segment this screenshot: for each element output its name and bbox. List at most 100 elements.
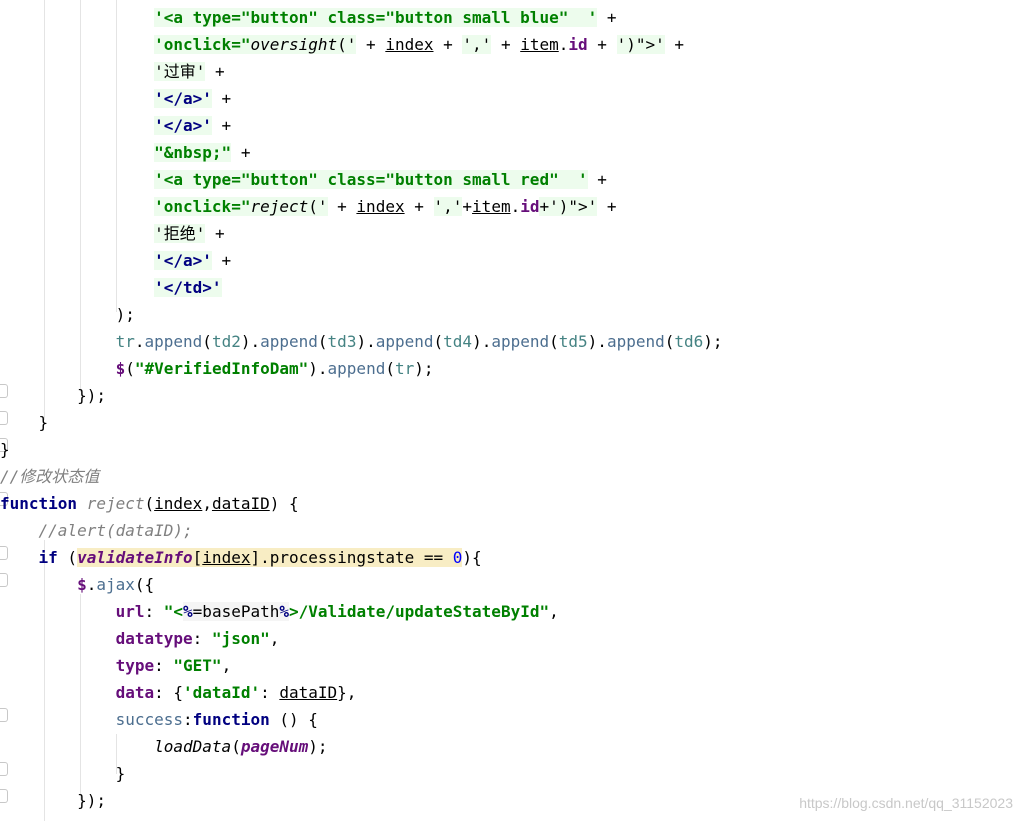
code-line[interactable]: '</td>' [0,274,1023,301]
code-line[interactable]: //alert(dataID); [0,517,1023,544]
code-token: "json" [211,629,270,648]
code-line[interactable]: data: {'dataId': dataID}, [0,679,1023,706]
code-token: td5 [558,332,588,351]
code-token: + [433,35,463,54]
code-token: 'onclick=" [154,197,251,216]
code-token: '<a type="button" class="button small bl… [154,8,598,27]
code-line[interactable]: loadData(pageNum); [0,733,1023,760]
code-token: ( [144,494,155,513]
code-token: ',' [433,197,463,216]
code-line[interactable]: $("#VerifiedInfoDam").append(tr); [0,355,1023,382]
code-token: : [154,656,174,675]
code-token: ). [356,332,376,351]
code-token: % [183,602,193,621]
code-token: . [86,575,97,594]
code-token: + [597,197,617,216]
code-line[interactable]: '</a>' + [0,85,1023,112]
code-line[interactable]: 'onclick="reject(' + index + ','+item.id… [0,193,1023,220]
code-token: index [356,197,405,216]
code-token: }); [77,386,106,405]
code-token: type [115,656,155,675]
code-token: '过审' [154,62,206,81]
code-token: + [231,143,251,162]
code-token: item [472,197,511,216]
code-token: append [375,332,434,351]
code-token: '<a type="button" class="button small re… [154,170,588,189]
code-token: % [279,602,290,621]
code-line[interactable]: tr.append(td2).append(td3).append(td4).a… [0,328,1023,355]
code-token: ( [317,332,328,351]
code-token: ( [57,548,78,567]
code-token: data [115,683,155,702]
watermark: https://blog.csdn.net/qq_31152023 [799,795,1013,811]
code-line[interactable]: }); [0,382,1023,409]
code-comment: //修改状态值 [0,467,100,486]
code-token: ); [703,332,723,351]
code-token: + [404,197,434,216]
code-token: ). [308,359,328,378]
code-token: reject [86,494,145,513]
code-line[interactable]: 'onclick="oversight(' + index + ',' + it… [0,31,1023,58]
code-token: url [115,602,145,621]
code-line[interactable]: $.ajax({ [0,571,1023,598]
code-line[interactable]: } [0,760,1023,787]
code-token: function [192,710,270,729]
code-token: reject [250,197,309,216]
code-token: + [491,35,521,54]
code-line[interactable]: '<a type="button" class="button small re… [0,166,1023,193]
code-token: . [558,35,569,54]
code-token: } [38,413,49,432]
code-token: "&nbsp;" [154,143,232,162]
code-token: ); [308,737,328,756]
code-token: id [568,35,588,54]
code-token: $ [77,575,87,594]
code-line[interactable]: function reject(index,dataID) { [0,490,1023,517]
code-token: dataID [279,683,338,702]
code-token: oversight [250,35,338,54]
code-comment: //alert(dataID); [38,521,193,540]
code-token: index [154,494,203,513]
code-token: : [144,602,164,621]
code-token: '拒绝' [154,224,206,243]
code-token: ( [433,332,444,351]
code-line[interactable]: datatype: "json", [0,625,1023,652]
code-token: + [597,8,617,27]
code-line[interactable]: type: "GET", [0,652,1023,679]
code-token: , [221,656,232,675]
code-token: , [549,602,559,621]
code-token: "< [163,602,184,621]
code-token: + [462,197,473,216]
code-token: ({ [134,575,155,594]
code-line[interactable]: } [0,409,1023,436]
code-line[interactable]: '</a>' + [0,112,1023,139]
code-token: td6 [674,332,704,351]
code-token: } [115,764,126,783]
code-token: + [205,62,225,81]
code-token: ].processingstate == [250,548,453,567]
code-line[interactable]: if (validateInfo[index].processingstate … [0,544,1023,571]
code-token: append [260,332,318,351]
code-line[interactable]: //修改状态值 [0,463,1023,490]
code-token: if [38,548,58,567]
code-token: + [587,170,607,189]
code-token: 'onclick=" [154,35,251,54]
code-token: td3 [327,332,357,351]
code-editor[interactable]: '<a type="button" class="button small bl… [0,0,1023,821]
code-line[interactable]: "&nbsp;" + [0,139,1023,166]
code-token: ). [472,332,492,351]
code-token: index [385,35,434,54]
code-token: , [202,494,212,513]
code-line[interactable]: '过审' + [0,58,1023,85]
code-token: validateInfo [77,548,193,567]
code-line[interactable]: } [0,436,1023,463]
code-token: + [327,197,357,216]
code-token: datatype [115,629,193,648]
code-line[interactable]: '</a>' + [0,247,1023,274]
code-line[interactable]: '拒绝' + [0,220,1023,247]
code-line[interactable]: url: "<%=basePath%>/Validate/updateState… [0,598,1023,625]
code-line[interactable]: ); [0,301,1023,328]
code-line[interactable]: '<a type="button" class="button small bl… [0,4,1023,31]
code-line[interactable]: success:function () { [0,706,1023,733]
code-token: . [510,197,521,216]
